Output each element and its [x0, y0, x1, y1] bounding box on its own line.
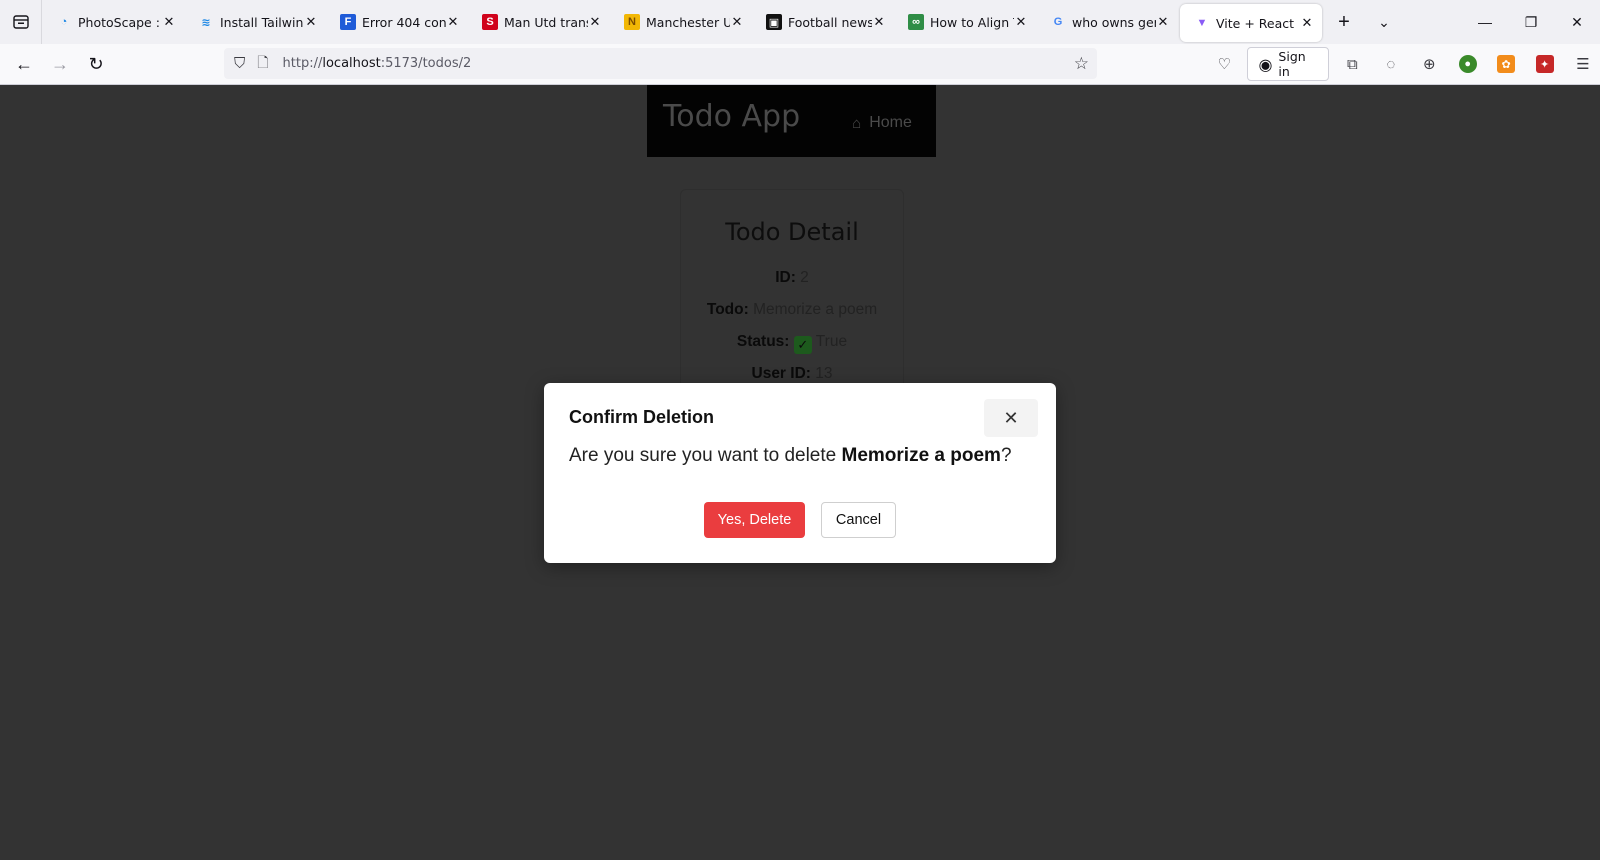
tab-title: who owns gemir — [1072, 14, 1156, 30]
reload-button[interactable]: ↻ — [78, 46, 114, 82]
tab-title: Man Utd transfe — [504, 14, 588, 30]
tab-strip: ◔PhotoScape : Fre✕≋Install Tailwind C✕FE… — [42, 0, 1324, 44]
tab-8[interactable]: ▼ Vite + React ✕ — [1180, 4, 1322, 42]
list-all-tabs-icon[interactable] — [0, 0, 42, 44]
browser-tabbar: ◔PhotoScape : Fre✕≋Install Tailwind C✕FE… — [0, 0, 1600, 44]
confirm-delete-button[interactable]: Yes, Delete — [704, 502, 805, 538]
tab-3[interactable]: S Man Utd transfe✕ — [468, 0, 610, 44]
news-icon: N — [624, 14, 640, 30]
tab-1[interactable]: ≋ Install Tailwind C✕ — [184, 0, 326, 44]
close-tab-icon[interactable]: ✕ — [1156, 14, 1170, 30]
tailwind-icon: ≋ — [201, 16, 211, 29]
app-title: Todo App — [663, 98, 801, 134]
tab-title: Error 404 concep — [362, 14, 446, 30]
close-tab-icon[interactable]: ✕ — [1300, 15, 1314, 31]
close-tab-icon[interactable]: ✕ — [1014, 14, 1028, 30]
minimize-button[interactable]: — — [1462, 0, 1508, 44]
tab-title: Install Tailwind C — [220, 14, 304, 30]
tab-title: PhotoScape : Fre — [78, 14, 162, 30]
tab-6[interactable]: ∞ How to Align Te✕ — [894, 0, 1036, 44]
app-header: Todo App ⌂ Home — [647, 85, 936, 157]
shield-icon[interactable]: ⛉ — [234, 55, 245, 72]
containers-icon[interactable]: ◌ — [1375, 47, 1407, 81]
extension-globe-icon[interactable]: ● — [1451, 47, 1483, 81]
home-label: Home — [869, 114, 912, 131]
extension-orange-icon[interactable]: ✿ — [1490, 47, 1522, 81]
todo-name: Memorize a poem — [841, 445, 1001, 466]
page-icon[interactable]: 🗋 — [257, 52, 268, 76]
home-icon: ⌂ — [852, 114, 862, 132]
football-icon: ▣ — [766, 14, 782, 30]
restore-button[interactable]: ❐ — [1508, 0, 1554, 44]
modal-title: Confirm Deletion — [569, 407, 715, 427]
back-button[interactable]: ← — [6, 46, 42, 82]
modal-message: Are you sure you want to delete Memorize… — [569, 445, 1012, 466]
chevron-down-icon[interactable]: ⌄ — [1364, 0, 1404, 44]
freepik-icon: F — [340, 14, 356, 30]
tab-0[interactable]: ◔ PhotoScape : Fre✕ — [42, 0, 184, 44]
close-tab-icon[interactable]: ✕ — [872, 14, 886, 30]
tab-title: Football news LI — [788, 14, 872, 30]
detail-status: Status: ✓ True — [736, 333, 848, 354]
browser-navbar: ← → ↻ ⛉ 🗋 http://localhost:5173/todos/2 … — [0, 44, 1600, 85]
url-text[interactable]: http://localhost:5173/todos/2 — [283, 56, 472, 71]
detail-id: ID: 2 — [775, 269, 809, 286]
pocket-icon[interactable]: ♡ — [1208, 47, 1240, 81]
tab-5[interactable]: ▣ Football news LI✕ — [752, 0, 894, 44]
gfg-icon: ∞ — [908, 14, 924, 30]
sign-in-button[interactable]: ◉ Sign in — [1247, 47, 1330, 81]
close-tab-icon[interactable]: ✕ — [588, 14, 602, 30]
check-icon: ✓ — [793, 336, 812, 354]
extension-red-icon[interactable]: ✦ — [1528, 47, 1560, 81]
address-bar[interactable]: ⛉ 🗋 http://localhost:5173/todos/2 ☆ — [224, 48, 1097, 79]
bookmark-star-icon[interactable]: ☆ — [1074, 54, 1089, 74]
detail-todo: Todo: Memorize a poem — [706, 301, 878, 318]
tab-7[interactable]: Gwho owns gemir✕ — [1036, 0, 1178, 44]
sport-icon: S — [482, 14, 498, 30]
download-icon[interactable]: ⊕ — [1413, 47, 1445, 81]
google-icon: G — [1053, 16, 1063, 28]
tab-2[interactable]: F Error 404 concep✕ — [326, 0, 468, 44]
confirm-deletion-modal: Confirm Deletion ✕ Are you sure you want… — [544, 383, 1056, 563]
cancel-button[interactable]: Cancel — [821, 502, 896, 538]
vite-icon: ▼ — [1196, 17, 1208, 29]
forward-button[interactable]: → — [42, 46, 78, 82]
close-icon[interactable]: ✕ — [984, 399, 1038, 437]
photoscape-icon: ◔ — [60, 16, 68, 28]
close-tab-icon[interactable]: ✕ — [162, 14, 176, 30]
tab-title: How to Align Te — [930, 14, 1014, 30]
close-tab-icon[interactable]: ✕ — [446, 14, 460, 30]
close-tab-icon[interactable]: ✕ — [730, 14, 744, 30]
close-window-button[interactable]: ✕ — [1554, 0, 1600, 44]
tab-title: Vite + React — [1216, 15, 1295, 31]
new-tab-button[interactable]: + — [1324, 0, 1364, 44]
tab-4[interactable]: N Manchester Unit✕ — [610, 0, 752, 44]
account-icon: ◉ — [1258, 54, 1273, 74]
modal-actions: Yes, Delete Cancel — [544, 502, 1056, 538]
home-link[interactable]: ⌂ Home — [852, 114, 912, 132]
tab-title: Manchester Unit — [646, 14, 730, 30]
close-tab-icon[interactable]: ✕ — [304, 14, 318, 30]
menu-icon[interactable]: ☰ — [1567, 47, 1599, 81]
sign-in-label: Sign in — [1278, 49, 1306, 79]
extensions-icon[interactable]: ⧉ — [1336, 47, 1368, 81]
detail-title: Todo Detail — [725, 218, 859, 246]
